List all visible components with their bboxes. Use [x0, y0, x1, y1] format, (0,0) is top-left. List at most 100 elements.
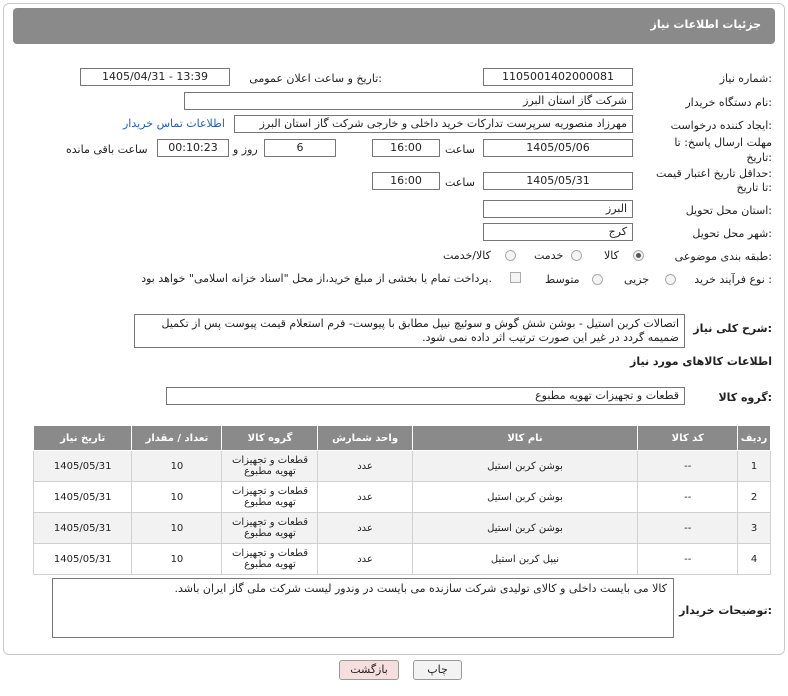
cell-name: بوشن کربن استیل: [411, 450, 639, 482]
process-radio-medium[interactable]: [592, 274, 603, 285]
cell-group: قطعات و تجهیزات تهویه مطبوع: [221, 481, 319, 513]
announce-date-field[interactable]: 1405/04/31 - 13:39: [80, 68, 230, 86]
cell-group-line1: قطعات و تجهیزات: [231, 455, 308, 466]
cell-date: 1405/05/31: [32, 512, 133, 544]
city-label: شهر محل تحویل:: [692, 227, 772, 240]
treasury-payment-checkbox[interactable]: [510, 272, 521, 283]
goods-table: ردیف کد کالا نام کالا واحد شمارش گروه کا…: [32, 425, 771, 575]
cell-group: قطعات و تجهیزات تهویه مطبوع: [221, 512, 319, 544]
cell-qty: 10: [131, 450, 223, 482]
category-option-goods: کالا: [604, 249, 619, 262]
reply-time-field[interactable]: 16:00: [372, 139, 440, 157]
process-type-label: نوع فرآیند خرید :: [694, 273, 772, 286]
reply-deadline-label-date: تاریخ:: [746, 151, 772, 164]
category-option-goods-service: کالا/خدمت: [443, 249, 491, 262]
cell-row: 1: [737, 450, 771, 482]
buyer-contact-link[interactable]: اطلاعات تماس خریدار: [123, 117, 225, 130]
goods-info-title: اطلاعات کالاهای مورد نیاز: [630, 355, 772, 368]
province-field[interactable]: البرز: [483, 200, 633, 218]
cell-name: بوشن کربن استیل: [411, 512, 639, 544]
cell-date: 1405/05/31: [32, 450, 133, 482]
buyer-org-field[interactable]: شرکت گاز استان البرز: [184, 92, 633, 110]
cell-date: 1405/05/31: [32, 543, 133, 575]
cell-unit: عدد: [317, 450, 413, 482]
col-row: ردیف: [737, 425, 771, 451]
cell-name: نیپل کربن استیل: [411, 543, 639, 575]
requester-field[interactable]: مهرزاد منصوریه سرپرست تدارکات خرید داخلی…: [234, 115, 633, 133]
cell-name: بوشن کربن استیل: [411, 481, 639, 513]
cell-row: 3: [737, 512, 771, 544]
cell-row: 4: [737, 543, 771, 575]
col-unit: واحد شمارش: [317, 425, 413, 451]
print-button[interactable]: چاپ: [413, 660, 462, 680]
days-label: روز و: [233, 143, 258, 156]
reply-date-field[interactable]: 1405/05/06: [483, 139, 633, 157]
cell-qty: 10: [131, 512, 223, 544]
days-remaining-field[interactable]: 6: [264, 139, 336, 157]
col-name: نام کالا: [411, 425, 639, 451]
buyer-notes-label: توضیحات خریدار:: [679, 604, 772, 617]
back-button[interactable]: بازگشت: [339, 660, 399, 680]
price-validity-date-field[interactable]: 1405/05/31: [483, 172, 633, 190]
col-code: کد کالا: [637, 425, 739, 451]
category-radio-service[interactable]: [571, 250, 582, 261]
need-number-label: شماره نیاز:: [719, 72, 772, 85]
announce-date-label: تاریخ و ساعت اعلان عمومی:: [249, 72, 382, 85]
process-radio-minor[interactable]: [665, 274, 676, 285]
cell-date: 1405/05/31: [32, 481, 133, 513]
cell-code: --: [637, 543, 739, 575]
price-validity-time-label: ساعت: [445, 176, 475, 189]
table-row[interactable]: 2 -- بوشن کربن استیل عدد قطعات و تجهیزات…: [32, 481, 771, 513]
cell-code: --: [637, 481, 739, 513]
process-option-medium: متوسط: [545, 273, 580, 286]
need-number-field[interactable]: 1105001402000081: [483, 68, 633, 86]
cell-group-line1: قطعات و تجهیزات: [231, 517, 308, 528]
cell-unit: عدد: [317, 512, 413, 544]
cell-group-line2: تهویه مطبوع: [244, 528, 296, 539]
cell-code: --: [637, 512, 739, 544]
page-title: جزئیات اطلاعات نیاز: [650, 18, 762, 31]
col-qty: تعداد / مقدار: [131, 425, 223, 451]
buyer-notes-field[interactable]: کالا می بایست داخلی و کالای تولیدی شرکت …: [52, 578, 674, 638]
goods-group-label: گروه کالا:: [718, 391, 772, 404]
table-row[interactable]: 3 -- بوشن کربن استیل عدد قطعات و تجهیزات…: [32, 512, 771, 544]
requester-label: ایجاد کننده درخواست:: [670, 119, 772, 132]
category-label: طبقه بندی موضوعی:: [674, 250, 772, 263]
cell-qty: 10: [131, 543, 223, 575]
province-label: استان محل تحویل:: [685, 204, 772, 217]
reply-time-label: ساعت: [445, 143, 475, 156]
reply-deadline-label: مهلت ارسال پاسخ: تا: [674, 136, 772, 149]
table-row[interactable]: 4 -- نیپل کربن استیل عدد قطعات و تجهیزات…: [32, 543, 771, 575]
need-description-label: شرح کلی نیاز:: [693, 322, 772, 335]
cell-group-line2: تهویه مطبوع: [244, 497, 296, 508]
table-header-row: ردیف کد کالا نام کالا واحد شمارش گروه کا…: [32, 425, 771, 451]
page-header: جزئیات اطلاعات نیاز: [13, 8, 775, 44]
cell-row: 2: [737, 481, 771, 513]
remaining-time-label: ساعت باقی مانده: [66, 143, 148, 156]
goods-group-field[interactable]: قطعات و تجهیزات تهویه مطبوع: [166, 387, 685, 405]
cell-group: قطعات و تجهیزات تهویه مطبوع: [221, 543, 319, 575]
price-validity-label-date: تا تاریخ:: [736, 181, 772, 194]
table-row[interactable]: 1 -- بوشن کربن استیل عدد قطعات و تجهیزات…: [32, 450, 771, 482]
treasury-payment-text: پرداخت تمام یا بخشی از مبلغ خرید،از محل …: [141, 272, 492, 285]
price-validity-time-field[interactable]: 16:00: [372, 172, 440, 190]
cell-qty: 10: [131, 481, 223, 513]
cell-code: --: [637, 450, 739, 482]
price-validity-label: حداقل تاریخ اعتبار قیمت:: [656, 167, 772, 180]
process-option-minor: جزیی: [624, 273, 650, 286]
cell-group-line1: قطعات و تجهیزات: [231, 486, 308, 497]
buyer-org-label: نام دستگاه خریدار:: [685, 96, 772, 109]
remaining-time-field[interactable]: 00:10:23: [157, 139, 229, 157]
cell-group-line1: قطعات و تجهیزات: [231, 548, 308, 559]
need-description-field[interactable]: اتصالات کربن استیل - بوشن شش گوش و سوئیچ…: [134, 314, 685, 348]
col-date: تاریخ نیاز: [32, 425, 133, 451]
category-radio-goods[interactable]: [633, 250, 644, 261]
cell-unit: عدد: [317, 543, 413, 575]
cell-group-line2: تهویه مطبوع: [244, 559, 296, 570]
category-option-service: خدمت: [534, 249, 564, 262]
category-radio-goods-service[interactable]: [505, 250, 516, 261]
cell-group: قطعات و تجهیزات تهویه مطبوع: [221, 450, 319, 482]
col-group: گروه کالا: [221, 425, 319, 451]
cell-group-line2: تهویه مطبوع: [244, 466, 296, 477]
city-field[interactable]: کرج: [483, 223, 633, 241]
